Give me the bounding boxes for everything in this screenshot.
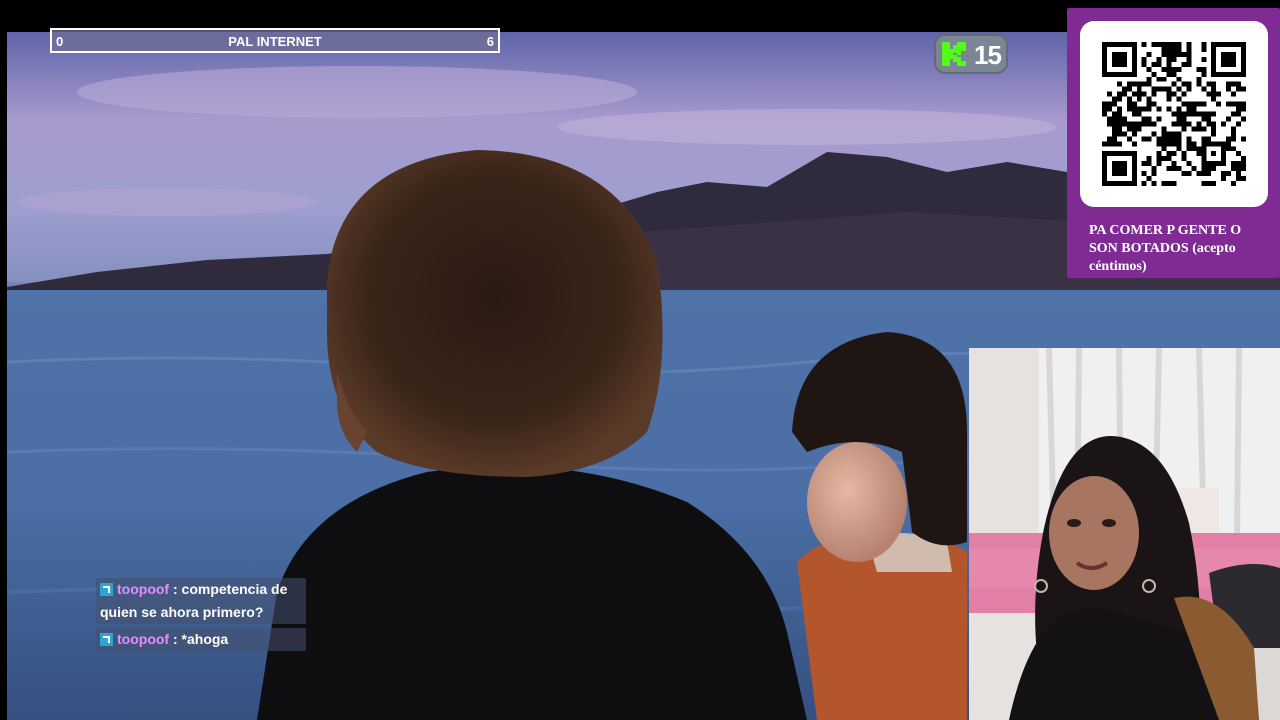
chat-overlay: toopoof : competencia de quien se ahora … bbox=[96, 578, 306, 655]
chat-username: toopoof bbox=[117, 581, 170, 597]
chat-separator: : bbox=[172, 631, 178, 647]
progress-title: PAL INTERNET bbox=[228, 34, 322, 49]
viewer-count: 15 bbox=[974, 40, 1002, 70]
donation-panel: PA COMER P GENTE O SON BOTADOS (acepto c… bbox=[1067, 8, 1280, 278]
donation-caption: PA COMER P GENTE O SON BOTADOS (acepto c… bbox=[1089, 223, 1242, 274]
progress-bar: 0 PAL INTERNET 6 bbox=[50, 28, 500, 53]
chat-separator: : bbox=[172, 581, 178, 597]
kick-viewer-badge: 15 bbox=[934, 34, 1008, 74]
chat-badge-icon bbox=[100, 633, 113, 646]
chat-username: toopoof bbox=[117, 631, 170, 647]
stream-layout: 0 PAL INTERNET 6 15 PA COMER P GENTE O S… bbox=[0, 0, 1280, 720]
progress-max-label: 6 bbox=[486, 34, 494, 49]
chat-message: toopoof : competencia de quien se ahora … bbox=[96, 578, 306, 624]
kick-logo-icon bbox=[942, 42, 966, 66]
webcam-feed bbox=[969, 348, 1280, 720]
chat-badge-icon bbox=[100, 583, 113, 596]
webcam-scene bbox=[969, 348, 1280, 720]
qr-code-icon[interactable] bbox=[1102, 42, 1246, 186]
chat-message: toopoof : *ahoga bbox=[96, 628, 306, 651]
qr-card bbox=[1080, 21, 1268, 207]
chat-text: *ahoga bbox=[181, 631, 229, 647]
